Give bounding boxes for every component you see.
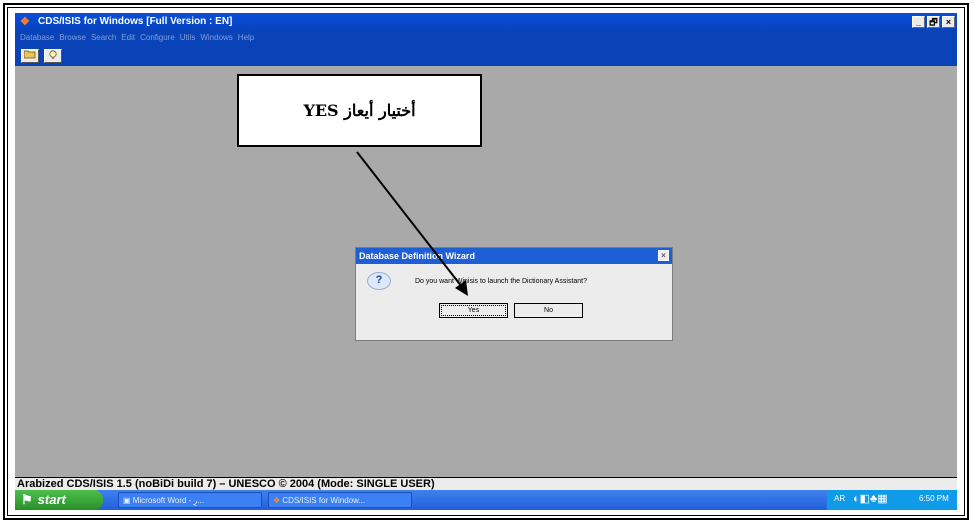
start-button[interactable]: ⚑ start xyxy=(15,490,103,510)
menu-windows[interactable]: Windows xyxy=(200,33,232,42)
menu-utils[interactable]: Utils xyxy=(180,33,196,42)
taskbar-item-word[interactable]: ▣ Microsoft Word - رِ... xyxy=(118,492,262,508)
lightbulb-icon xyxy=(49,50,57,59)
folder-open-icon xyxy=(23,50,36,59)
dialog-title-bar: Database Definition Wizard × xyxy=(356,248,672,264)
toolbar xyxy=(15,44,957,66)
system-tray: AR ◐◧♣▦ 6:50 PM xyxy=(827,490,957,510)
menu-help[interactable]: Help xyxy=(238,33,254,42)
dialog-message: Do you want Winisis to launch the Dictio… xyxy=(415,278,587,285)
menu-database[interactable]: Database xyxy=(20,33,54,42)
start-label: start xyxy=(37,492,66,507)
dialog-title: Database Definition Wizard xyxy=(359,251,475,261)
minimize-button[interactable]: _ xyxy=(912,15,925,28)
menu-browse[interactable]: Browse xyxy=(59,33,86,42)
app-icon: ❖ xyxy=(20,15,30,28)
tray-icons: ◐◧♣▦ xyxy=(853,493,888,505)
dialog-close-icon[interactable]: × xyxy=(658,250,669,261)
clock: 6:50 PM xyxy=(919,494,949,503)
no-button[interactable]: No xyxy=(514,303,583,318)
menu-bar: Database Browse Search Edit Configure Ut… xyxy=(15,30,957,44)
database-definition-dialog: Database Definition Wizard × ? Do you wa… xyxy=(355,247,673,341)
close-button[interactable]: × xyxy=(942,15,955,28)
taskbar-item-cdsisis[interactable]: ❖ CDS/ISIS for Window... xyxy=(268,492,412,508)
language-indicator[interactable]: AR xyxy=(834,494,845,503)
taskbar-item-cdsisis-label: CDS/ISIS for Window... xyxy=(282,496,366,505)
app-window: ❖ CDS/ISIS for Windows [Full Version : E… xyxy=(15,13,957,510)
taskbar-item-word-label: Microsoft Word - رِ... xyxy=(132,496,205,505)
windows-logo-icon: ⚑ xyxy=(21,492,33,507)
word-icon: ▣ xyxy=(123,496,131,505)
cdsisis-icon: ❖ xyxy=(273,496,281,505)
taskbar: ⚑ start ▣ Microsoft Word - رِ... ❖ CDS/IS… xyxy=(15,490,957,510)
question-icon: ? xyxy=(367,272,391,290)
menu-search[interactable]: Search xyxy=(91,33,116,42)
menu-edit[interactable]: Edit xyxy=(121,33,135,42)
restore-button[interactable]: 🗗 xyxy=(927,15,940,28)
open-database-button[interactable] xyxy=(21,49,39,63)
annotation-callout: أختيار أيعاز YES xyxy=(237,74,482,147)
menu-configure[interactable]: Configure xyxy=(140,33,175,42)
status-bar: Arabized CDS/ISIS 1.5 (noBiDi build 7) –… xyxy=(15,477,957,490)
window-title: CDS/ISIS for Windows [Full Version : EN] xyxy=(38,16,233,27)
tip-button[interactable] xyxy=(44,49,62,63)
yes-button[interactable]: Yes xyxy=(439,303,508,318)
title-bar: ❖ CDS/ISIS for Windows [Full Version : E… xyxy=(15,13,957,30)
